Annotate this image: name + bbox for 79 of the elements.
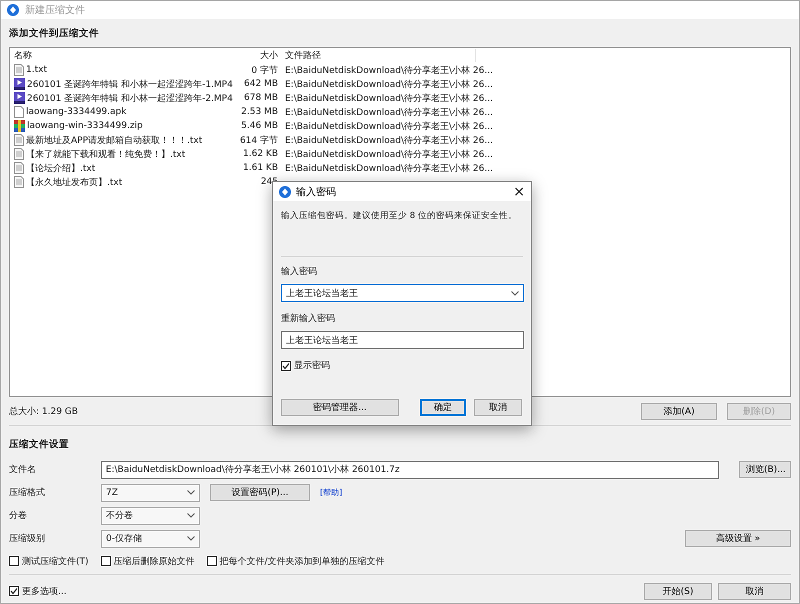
field-label: 输入密码 <box>281 266 318 278</box>
browse-button[interactable]: 浏览(B)... <box>739 461 791 478</box>
file-path: E:\BaiduNetdiskDownload\待分享老王\小林 26... <box>285 66 493 76</box>
text-file-icon <box>14 162 24 174</box>
file-size: 5.46 MB <box>241 121 278 131</box>
file-name: laowang-3334499.apk <box>26 107 126 117</box>
filename-field[interactable]: E:\BaiduNetdiskDownload\待分享老王\小林 260101\小林 260101.7z <box>100 460 719 478</box>
file-name: 260101 圣诞跨年特辑 和小林一起涩涩跨年-1.MP4 <box>27 78 233 90</box>
file-path: E:\BaiduNetdiskDownload\待分享老王\小林 26... <box>285 122 493 132</box>
column-header[interactable]: 名称 <box>14 49 32 62</box>
text-file-icon <box>14 134 24 146</box>
section-title: 添加文件到压缩文件 <box>9 27 100 40</box>
file-size: 1.62 KB <box>243 149 278 159</box>
text-file-icon <box>14 176 24 188</box>
column-header[interactable]: 文件路径 <box>285 51 321 61</box>
file-name: 260101 圣诞跨年特辑 和小林一起涩涩跨年-2.MP4 <box>27 92 233 104</box>
option-checkbox[interactable]: 压缩后删除原始文件 <box>100 554 195 568</box>
caret-icon <box>187 513 195 518</box>
file-size: 1.61 KB <box>243 163 278 173</box>
file-size: 642 MB <box>244 79 278 89</box>
text-file-icon <box>14 64 24 76</box>
archive-file-icon <box>14 120 25 132</box>
text-file-icon <box>14 148 24 160</box>
field-label: 文件名 <box>9 464 37 476</box>
file-size: 678 MB <box>244 93 278 103</box>
window-title: 新建压缩文件 <box>25 4 85 17</box>
start-button[interactable]: 开始(S) <box>644 582 712 600</box>
file-path: E:\BaiduNetdiskDownload\待分享老王\小林 26... <box>285 164 493 174</box>
cancel-button[interactable]: 取消 <box>718 582 791 600</box>
help-link[interactable]: [帮助] <box>320 487 342 498</box>
password-field[interactable]: 上老王论坛当老王 <box>281 284 524 302</box>
field-label: 分卷 <box>9 510 28 522</box>
option-checkbox[interactable]: 把每个文件/文件夹添加到单独的压缩文件 <box>206 554 385 568</box>
password-manager-button[interactable]: 密码管理器... <box>281 398 399 416</box>
file-path: E:\BaiduNetdiskDownload\待分享老王\小林 26... <box>285 108 493 118</box>
app-logo-icon <box>7 4 19 16</box>
video-file-icon <box>14 92 25 104</box>
file-size: 2.53 MB <box>241 107 278 117</box>
file-name: 最新地址及APP请发邮箱自动获取！！！.txt <box>26 134 202 146</box>
dialog-title: 输入密码 <box>296 186 336 198</box>
file-size: 0 字节 <box>251 66 278 76</box>
field-label: 重新输入密码 <box>281 312 336 325</box>
column-header[interactable]: 大小 <box>260 51 278 61</box>
file-path: E:\BaiduNetdiskDownload\待分享老王\小林 26... <box>285 94 493 104</box>
field-label: 压缩级别 <box>9 532 46 545</box>
field-label: 压缩格式 <box>9 486 46 499</box>
video-file-icon <box>14 78 25 90</box>
section-title: 压缩文件设置 <box>9 438 70 451</box>
add-button[interactable]: 添加(A) <box>641 402 717 420</box>
ok-button[interactable]: 确定 <box>420 398 466 416</box>
checkmark-icon <box>282 362 290 370</box>
level-dropdown[interactable]: 0-仅存储 <box>101 530 200 548</box>
file-name: 【永久地址发布页】.txt <box>26 176 122 188</box>
file-name: laowang-win-3334499.zip <box>27 121 143 131</box>
file-size: 614 字节 <box>240 136 278 146</box>
file-path: E:\BaiduNetdiskDownload\待分享老王\小林 26... <box>285 150 493 160</box>
set-password-button[interactable]: 设置密码(P)... <box>210 484 310 501</box>
file-name: 【来了就能下载和观看！纯免费！】.txt <box>26 148 186 160</box>
option-checkbox[interactable]: 测试压缩文件(T) <box>9 554 89 568</box>
caret-icon <box>187 536 195 541</box>
caret-icon <box>511 290 519 296</box>
dialog-message: 输入压缩包密码。建议使用至少 8 位的密码来保证安全性。 <box>281 210 518 223</box>
close-button[interactable]: × <box>513 184 525 200</box>
more-options-checkbox[interactable]: 更多选项... <box>9 584 67 598</box>
total-size: 总大小: 1.29 GB <box>9 406 78 418</box>
volume-dropdown[interactable]: 不分卷 <box>101 506 200 524</box>
show-password-checkbox[interactable]: 显示密码 <box>281 359 523 372</box>
confirm-password-field[interactable]: 上老王论坛当老王 <box>281 331 524 349</box>
blank-file-icon <box>14 106 24 118</box>
format-dropdown[interactable]: 7Z <box>101 484 200 502</box>
advanced-settings-button[interactable]: 高级设置 » <box>685 530 791 547</box>
file-path: E:\BaiduNetdiskDownload\待分享老王\小林 26... <box>285 80 493 90</box>
cancel-button[interactable]: 取消 <box>474 398 522 416</box>
file-name: 【论坛介绍】.txt <box>26 162 96 174</box>
checkmark-icon <box>10 587 18 595</box>
file-path: E:\BaiduNetdiskDownload\待分享老王\小林 26... <box>285 136 493 146</box>
caret-icon <box>187 490 195 495</box>
app-logo-icon <box>279 186 291 198</box>
file-name: 1.txt <box>26 65 47 75</box>
